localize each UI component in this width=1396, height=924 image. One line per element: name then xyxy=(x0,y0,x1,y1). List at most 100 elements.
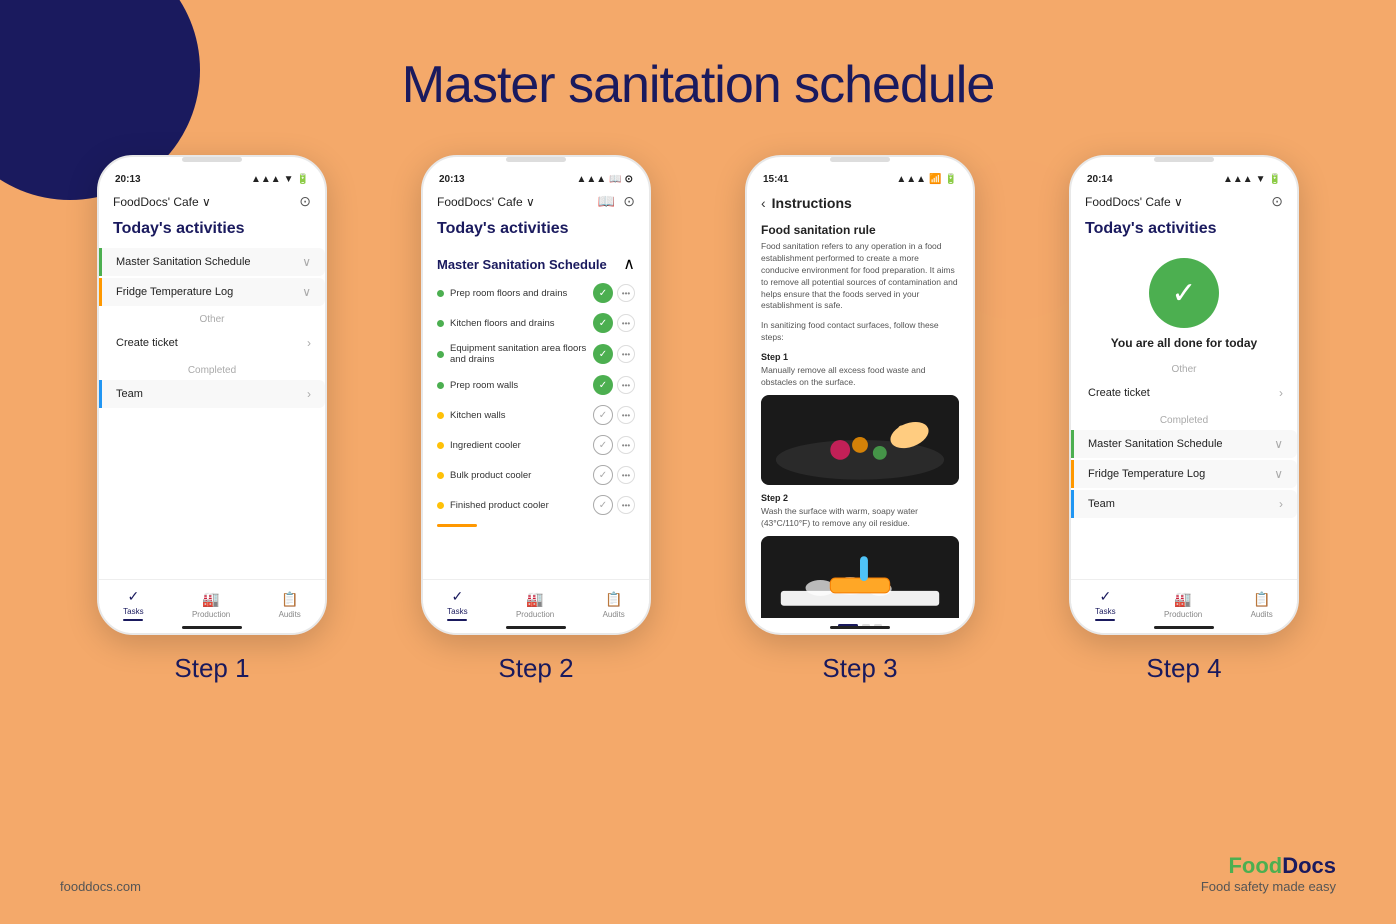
nav-tasks-2[interactable]: ✓ Tasks xyxy=(447,588,467,621)
check-8[interactable]: Finished product cooler ✓ ••• xyxy=(423,490,649,520)
time-3: 15:41 xyxy=(763,174,789,185)
instructions-header-3: ‹ Instructions xyxy=(747,189,973,217)
nav-production-label-1: Production xyxy=(192,610,230,619)
more-btn-3[interactable]: ••• xyxy=(617,345,635,363)
check-btn-2[interactable]: ✓ xyxy=(593,313,613,333)
task-team-1[interactable]: Team › xyxy=(99,380,325,408)
check-label-6: Ingredient cooler xyxy=(450,440,593,451)
time-4: 20:14 xyxy=(1087,174,1113,185)
task-mss-4[interactable]: Master Sanitation Schedule ∨ xyxy=(1071,430,1297,458)
settings-icon-2[interactable]: ⊙ xyxy=(623,193,635,210)
phones-container: 20:13 ▲▲▲ ▼ 🔋 FoodDocs' Cafe ∨ ⊙ Today's… xyxy=(50,155,1346,684)
nav-production-1[interactable]: 🏭 Production xyxy=(192,591,230,619)
instruction-content-3: Food sanitation rule Food sanitation ref… xyxy=(747,217,973,618)
dot-6 xyxy=(437,442,444,449)
task-fridge-1[interactable]: Fridge Temperature Log ∨ xyxy=(99,278,325,306)
nav-audits-1[interactable]: 📋 Audits xyxy=(279,591,301,619)
task-team-4[interactable]: Team › xyxy=(1071,490,1297,518)
phone-1: 20:13 ▲▲▲ ▼ 🔋 FoodDocs' Cafe ∨ ⊙ Today's… xyxy=(97,155,327,635)
task-ticket-label-1: Create ticket xyxy=(116,337,307,349)
settings-icon-1[interactable]: ⊙ xyxy=(299,193,311,210)
nav-underline-1 xyxy=(123,619,143,621)
production-icon-1: 🏭 xyxy=(202,591,219,608)
check-3[interactable]: Equipment sanitation area floors and dra… xyxy=(423,338,649,370)
task-fridge-label-4: Fridge Temperature Log xyxy=(1088,468,1274,480)
more-btn-4[interactable]: ••• xyxy=(617,376,635,394)
check-6[interactable]: Ingredient cooler ✓ ••• xyxy=(423,430,649,460)
settings-icon-4[interactable]: ⊙ xyxy=(1271,193,1283,210)
check-btn-1[interactable]: ✓ xyxy=(593,283,613,303)
instructions-title-3: Instructions xyxy=(772,195,852,211)
check-empty-5[interactable]: ✓ xyxy=(593,405,613,425)
task-mss-1[interactable]: Master Sanitation Schedule ∨ xyxy=(99,248,325,276)
app-header-2: FoodDocs' Cafe ∨ 📖 ⊙ xyxy=(423,189,649,218)
step2-label-3: Step 2 xyxy=(761,493,959,503)
task-fridge-chevron-4: ∨ xyxy=(1274,467,1283,481)
nav-audits-label-2: Audits xyxy=(603,610,625,619)
check-empty-7[interactable]: ✓ xyxy=(593,465,613,485)
app-header-1: FoodDocs' Cafe ∨ ⊙ xyxy=(99,189,325,218)
more-btn-6[interactable]: ••• xyxy=(617,436,635,454)
check-5[interactable]: Kitchen walls ✓ ••• xyxy=(423,400,649,430)
check-2[interactable]: Kitchen floors and drains ✓ ••• xyxy=(423,308,649,338)
phone-4: 20:14 ▲▲▲▼🔋 FoodDocs' Cafe ∨ ⊙ Today's a… xyxy=(1069,155,1299,635)
nav-audits-label-1: Audits xyxy=(279,610,301,619)
check-7[interactable]: Bulk product cooler ✓ ••• xyxy=(423,460,649,490)
nav-audits-label-4: Audits xyxy=(1251,610,1273,619)
task-fridge-4[interactable]: Fridge Temperature Log ∨ xyxy=(1071,460,1297,488)
task-team-chevron-4: › xyxy=(1279,497,1283,511)
step2-img-3 xyxy=(761,536,959,618)
check-empty-8[interactable]: ✓ xyxy=(593,495,613,515)
task-mss-label-1: Master Sanitation Schedule xyxy=(116,256,302,268)
book-icon-2[interactable]: 📖 xyxy=(598,193,615,210)
bottom-nav-2: ✓ Tasks 🏭 Production 📋 Audits xyxy=(423,579,649,633)
check-btn-4[interactable]: ✓ xyxy=(593,375,613,395)
check-label-4: Prep room walls xyxy=(450,380,593,391)
step1-label-3: Step 1 xyxy=(761,352,959,362)
dot-1 xyxy=(437,290,444,297)
step-label-2: Step 2 xyxy=(498,653,573,684)
collapse-icon-2[interactable]: ∧ xyxy=(623,254,635,274)
step-label-4: Step 4 xyxy=(1146,653,1221,684)
nav-audits-4[interactable]: 📋 Audits xyxy=(1251,591,1273,619)
scroll-area-1: Master Sanitation Schedule ∨ Fridge Temp… xyxy=(99,248,325,633)
completed-label-4: Completed xyxy=(1071,409,1297,430)
task-ticket-1[interactable]: Create ticket › xyxy=(99,329,325,357)
check-btn-3[interactable]: ✓ xyxy=(593,344,613,364)
task-ticket-chevron-4: › xyxy=(1279,386,1283,400)
more-btn-7[interactable]: ••• xyxy=(617,466,635,484)
check-empty-6[interactable]: ✓ xyxy=(593,435,613,455)
nav-audits-2[interactable]: 📋 Audits xyxy=(603,591,625,619)
task-team-chevron-1: › xyxy=(307,387,311,401)
notch-1 xyxy=(182,157,242,162)
nav-production-label-4: Production xyxy=(1164,610,1202,619)
phone-3: 15:41 ▲▲▲📶🔋 ‹ Instructions Food sanitati… xyxy=(745,155,975,635)
check-label-7: Bulk product cooler xyxy=(450,470,593,481)
nav-tasks-4[interactable]: ✓ Tasks xyxy=(1095,588,1115,621)
tasks-icon-4: ✓ xyxy=(1100,588,1112,605)
step-label-1: Step 1 xyxy=(174,653,249,684)
rule-text-3: Food sanitation refers to any operation … xyxy=(761,241,959,312)
task-ticket-label-4: Create ticket xyxy=(1088,387,1279,399)
scroll-area-3: Food sanitation rule Food sanitation ref… xyxy=(747,217,973,618)
header-icons-2: 📖 ⊙ xyxy=(598,193,635,210)
more-btn-5[interactable]: ••• xyxy=(617,406,635,424)
check-4[interactable]: Prep room walls ✓ ••• xyxy=(423,370,649,400)
scroll-area-4: ✓ You are all done for today Other Creat… xyxy=(1071,248,1297,633)
more-btn-2[interactable]: ••• xyxy=(617,314,635,332)
check-1[interactable]: Prep room floors and drains ✓ ••• xyxy=(423,278,649,308)
notch-4 xyxy=(1154,157,1214,162)
step2-svg xyxy=(761,536,959,618)
task-mss-chevron-1: ∨ xyxy=(302,255,311,269)
status-bar-3: 15:41 ▲▲▲📶🔋 xyxy=(747,166,973,189)
step1-text-3: Manually remove all excess food waste an… xyxy=(761,365,959,389)
dot-4 xyxy=(437,382,444,389)
more-btn-8[interactable]: ••• xyxy=(617,496,635,514)
notch-2 xyxy=(506,157,566,162)
nav-tasks-1[interactable]: ✓ Tasks xyxy=(123,588,143,621)
back-arrow-3[interactable]: ‹ xyxy=(761,195,766,211)
nav-production-2[interactable]: 🏭 Production xyxy=(516,591,554,619)
task-ticket-4[interactable]: Create ticket › xyxy=(1071,379,1297,407)
more-btn-1[interactable]: ••• xyxy=(617,284,635,302)
nav-production-4[interactable]: 🏭 Production xyxy=(1164,591,1202,619)
